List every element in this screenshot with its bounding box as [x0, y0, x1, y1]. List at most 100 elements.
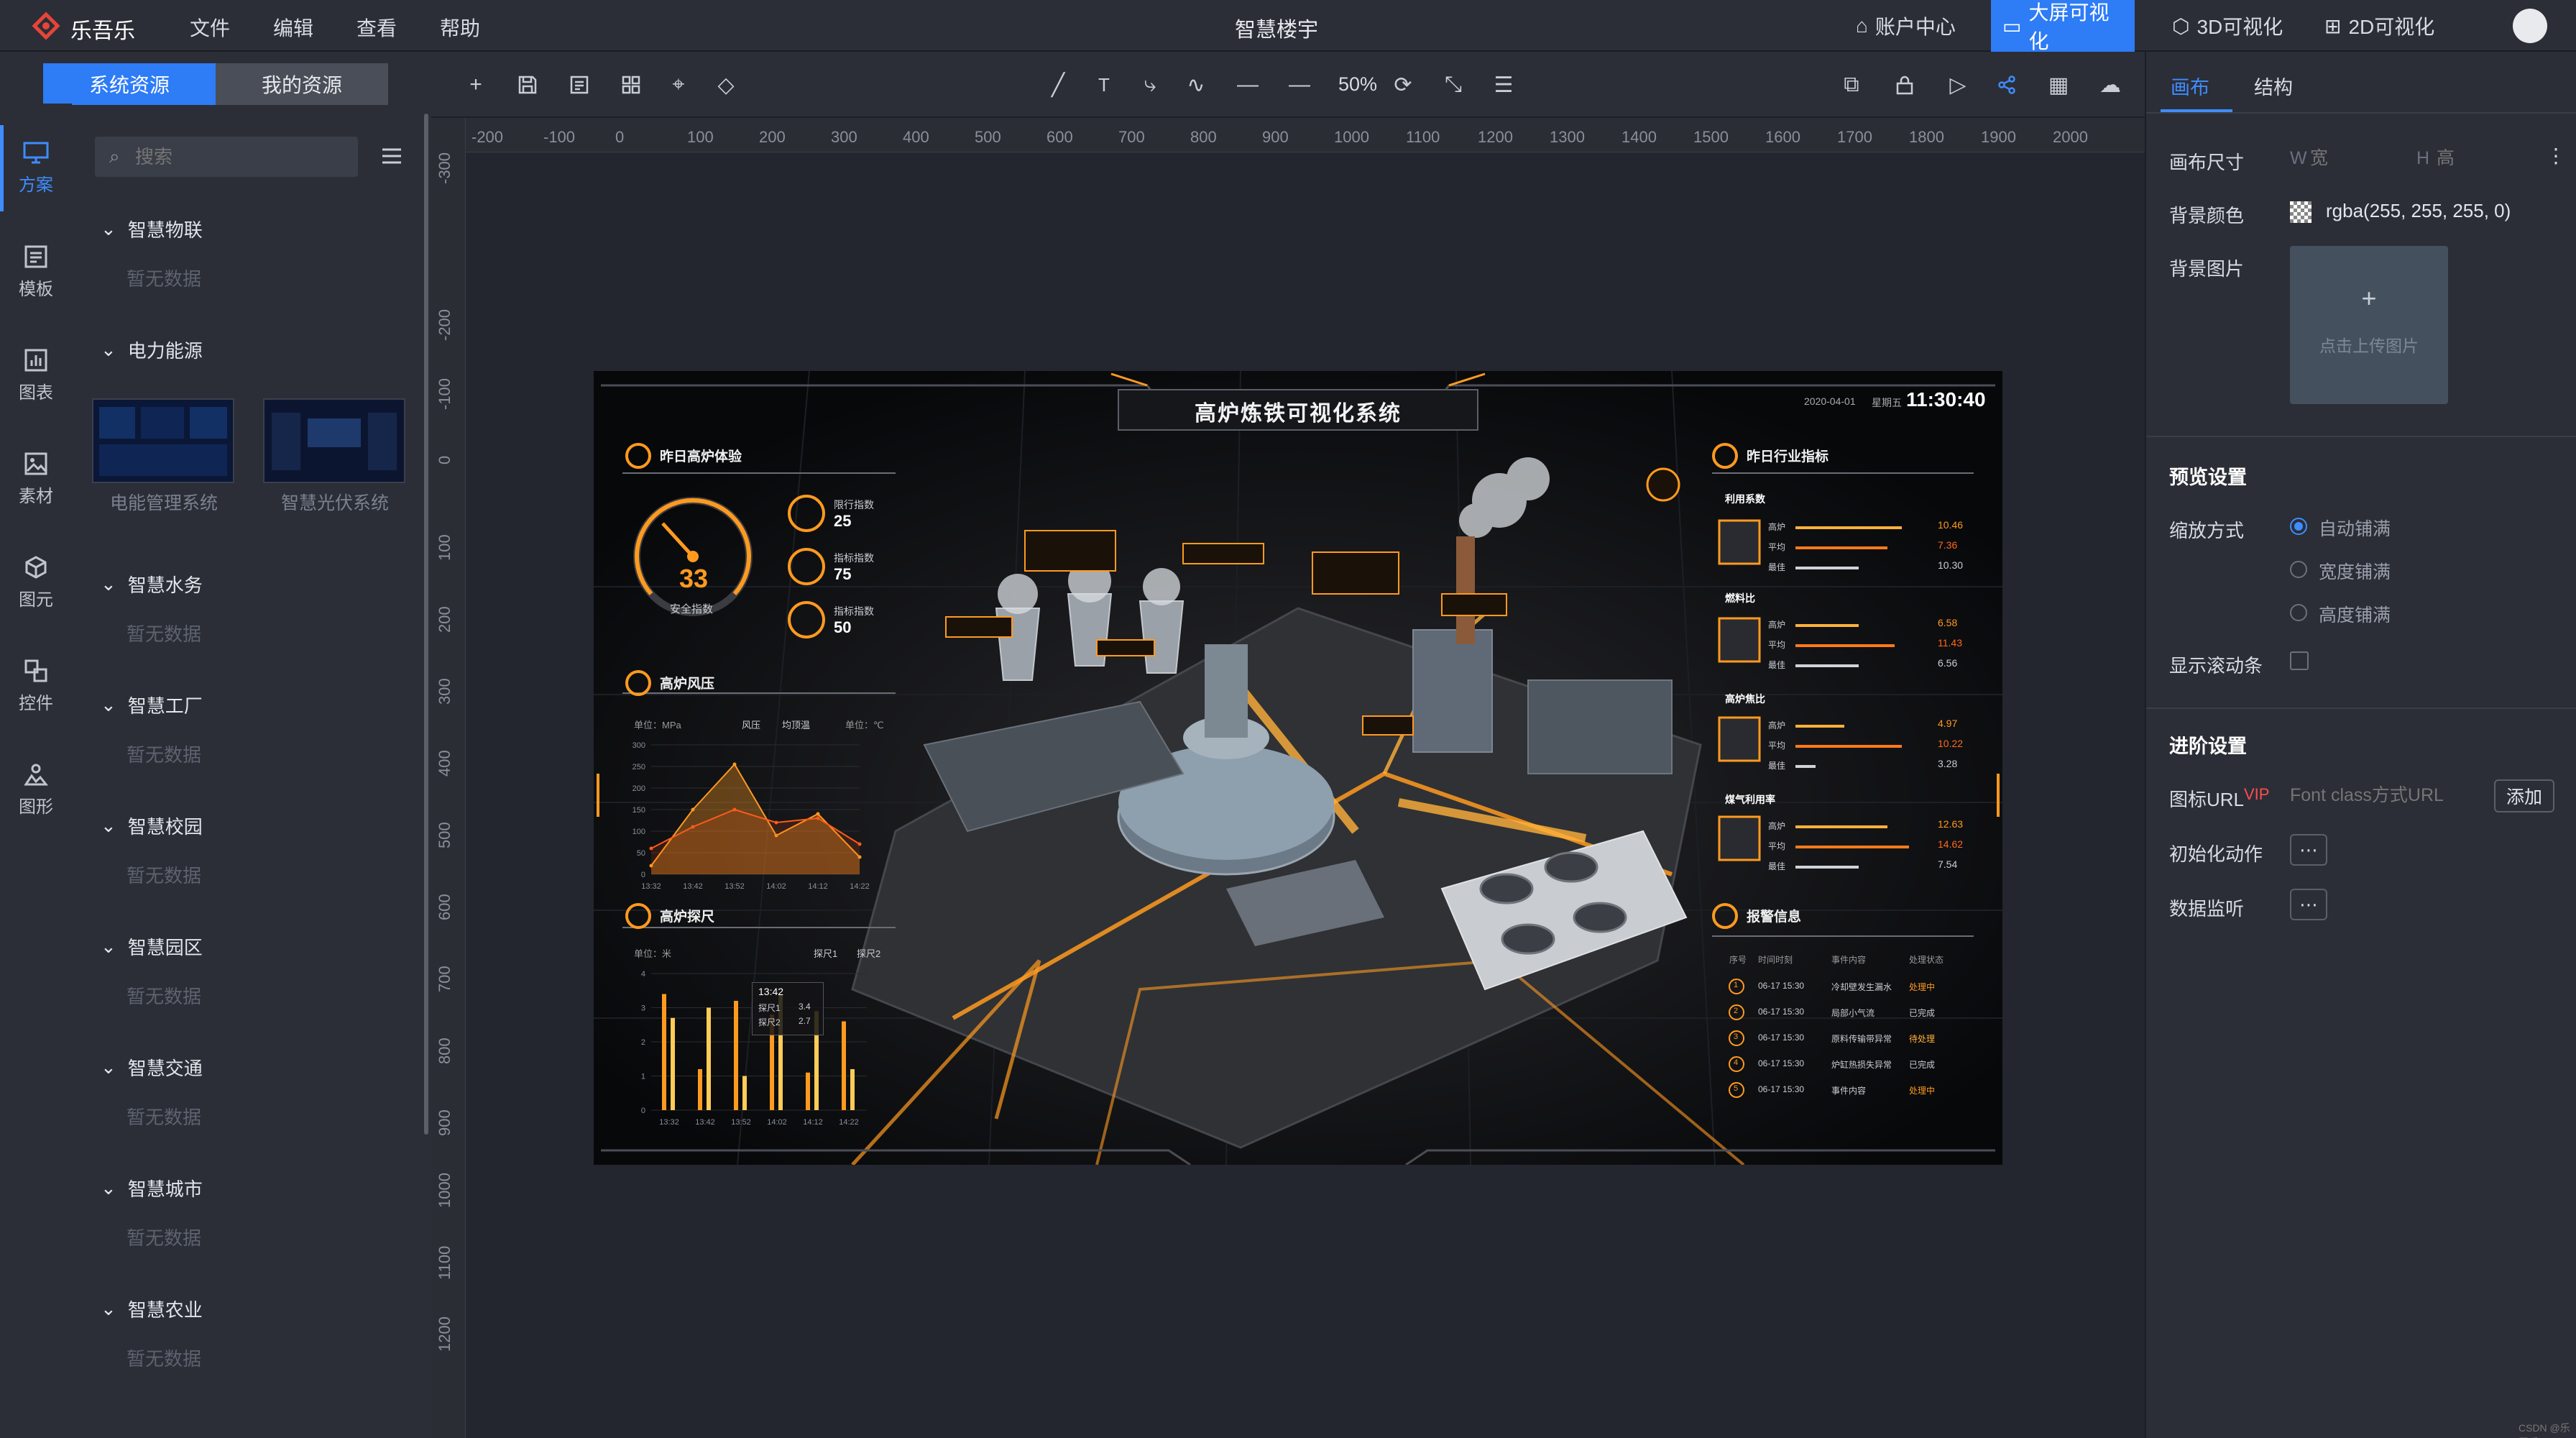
shape-icon [24, 764, 48, 785]
dashboard-preview[interactable]: 高炉炼铁可视化系统 2020-04-01 星期五 11:30:40 昨日高炉体验… [594, 371, 2002, 1165]
menu-help[interactable]: 帮助 [440, 13, 480, 42]
menu-view[interactable]: 查看 [356, 13, 397, 42]
dashboard-date: 2020-04-01 [1804, 395, 1856, 407]
panel-title-furnace-experience: 昨日高炉体验 [660, 449, 742, 464]
icon-url-input[interactable] [2290, 781, 2462, 810]
ruler-tick: 900 [1262, 128, 1289, 146]
menu-file[interactable]: 文件 [190, 13, 230, 42]
save-icon[interactable] [515, 72, 540, 98]
data-point [691, 807, 695, 812]
metric-label: 指标指数 [834, 552, 874, 564]
add-button[interactable]: 添加 [2494, 779, 2554, 812]
tab-canvas[interactable]: 画布 [2171, 72, 2209, 100]
rail-item-template[interactable]: 模板 [0, 221, 72, 322]
nav-2d[interactable]: ⊞ 2D可视化 [2313, 0, 2446, 52]
alarm-row[interactable]: 1 06-17 15:30 冷却壁发生漏水 处理中 [1729, 979, 1974, 995]
cloud-icon[interactable]: ☁ [2097, 72, 2123, 98]
bar-1 [734, 1001, 738, 1110]
category-traffic[interactable]: ⌄ 智慧交通 [101, 1054, 203, 1081]
add-icon[interactable]: + [463, 72, 489, 98]
category-agriculture[interactable]: ⌄ 智慧农业 [101, 1296, 203, 1322]
ruler-tick: -100 [436, 377, 454, 410]
components-icon[interactable] [618, 72, 644, 98]
radio-auto-fill[interactable] [2290, 518, 2307, 535]
nav-account-center[interactable]: ⌂ 账户中心 [1844, 0, 1967, 52]
curve-icon[interactable]: ∿ [1183, 72, 1209, 98]
watermark: CSDN @乐吾乐 [2518, 1422, 2570, 1438]
line-style-icon[interactable]: — [1235, 72, 1261, 98]
ruler-tick: 1100 [436, 1245, 454, 1280]
external-link-icon[interactable]: ⧉ [1839, 72, 1864, 98]
layers-icon[interactable]: ☰ [1491, 72, 1517, 98]
data-monitor-label: 数据监听 [2169, 898, 2245, 920]
width-input[interactable] [2310, 144, 2404, 173]
category-park[interactable]: ⌄ 智慧园区 [101, 933, 203, 960]
line-dash-icon[interactable]: — [1287, 72, 1312, 98]
rail-item-material[interactable]: 素材 [0, 429, 72, 529]
text-tool-icon[interactable]: T [1091, 72, 1117, 98]
qrcode-icon[interactable]: ▦ [2046, 72, 2071, 98]
panel-scrollbar[interactable] [424, 114, 428, 1135]
bg-color-value[interactable]: rgba(255, 255, 255, 0) [2326, 200, 2511, 222]
category-factory[interactable]: ⌄ 智慧工厂 [101, 692, 203, 718]
y-tick-label: 200 [632, 784, 645, 793]
refresh-icon[interactable]: ⟳ [1390, 72, 1416, 98]
rail-item-shape[interactable]: 图形 [0, 739, 72, 840]
height-input[interactable] [2437, 144, 2530, 173]
bar-2 [707, 1007, 711, 1110]
play-icon[interactable]: ▷ [1945, 72, 1971, 98]
nav-big-screen[interactable]: ▭ 大屏可视化 [1991, 0, 2135, 52]
upload-image-area[interactable]: + 点击上传图片 [2290, 246, 2448, 404]
y-tick-label: 0 [641, 1107, 645, 1115]
share-icon[interactable] [1994, 72, 2020, 98]
category-iot[interactable]: ⌄ 智慧物联 [101, 216, 203, 242]
more-vertical-icon[interactable]: ⋮ [2546, 144, 2566, 168]
line-icon[interactable]: ╱ [1045, 72, 1071, 98]
eraser-icon[interactable]: ◇ [713, 72, 739, 98]
category-city[interactable]: ⌄ 智慧城市 [101, 1175, 203, 1201]
category-water[interactable]: ⌄ 智慧水务 [101, 571, 203, 597]
alarm-row[interactable]: 4 06-17 15:30 炉缸热损失异常 已完成 [1729, 1057, 1974, 1073]
rail-item-element[interactable]: 图元 [0, 532, 72, 633]
bg-color-label: 背景颜色 [2169, 205, 2245, 226]
data-monitor-button[interactable]: ⋯ [2290, 889, 2327, 920]
template-label-energy[interactable]: 电能管理系统 [78, 489, 250, 515]
rail-item-control[interactable]: 控件 [0, 636, 72, 736]
panel-title-blast-pressure: 高炉风压 [660, 677, 715, 692]
y-tick-label: 100 [632, 828, 645, 836]
shrink-icon[interactable]: ⤡ [1440, 72, 1466, 98]
category-power[interactable]: ⌄ 电力能源 [101, 336, 203, 363]
radio-height-fill[interactable] [2290, 604, 2307, 621]
color-swatch[interactable] [2290, 201, 2312, 223]
scrollbar-checkbox[interactable] [2290, 651, 2309, 670]
search-input[interactable] [135, 144, 344, 170]
control-icon [24, 659, 47, 682]
alarm-row[interactable]: 3 06-17 15:30 原料传输带异常 待处理 [1729, 1031, 1974, 1047]
rail-item-plan[interactable]: 方案 [0, 118, 72, 219]
alarm-row[interactable]: 5 06-17 15:30 事件内容 处理中 [1729, 1083, 1974, 1099]
tab-system-resources[interactable]: 系统资源 [43, 63, 216, 105]
alarm-row[interactable]: 2 06-17 15:30 局部小气流 已完成 [1729, 1005, 1974, 1021]
nav-3d[interactable]: ⬡ 3D可视化 [2161, 0, 2294, 52]
template-label-solar[interactable]: 智慧光伏系统 [249, 489, 421, 515]
template-thumb-solar[interactable] [263, 398, 405, 483]
template-thumb-energy[interactable] [92, 398, 234, 483]
cube-icon [25, 555, 47, 579]
category-traffic-empty: 暂无数据 [126, 1107, 202, 1128]
tab-my-resources[interactable]: 我的资源 [216, 63, 388, 105]
connector-icon[interactable]: ⤷ [1137, 72, 1163, 98]
format-brush-icon[interactable]: ⌖ [666, 72, 691, 98]
menu-edit[interactable]: 编辑 [273, 13, 313, 42]
bar-2 [850, 1069, 855, 1110]
init-action-button[interactable]: ⋯ [2290, 834, 2327, 866]
list-menu-icon[interactable] [381, 145, 402, 167]
zoom-level[interactable]: 50% [1338, 73, 1377, 96]
search-box[interactable]: ⌕ [95, 137, 358, 177]
tab-structure[interactable]: 结构 [2254, 72, 2293, 100]
radio-width-fill[interactable] [2290, 561, 2307, 578]
rail-item-chart[interactable]: 图表 [0, 325, 72, 426]
user-avatar[interactable] [2513, 9, 2547, 43]
lock-icon[interactable] [1892, 72, 1918, 98]
document-icon[interactable] [566, 72, 592, 98]
category-campus[interactable]: ⌄ 智慧校园 [101, 812, 203, 839]
